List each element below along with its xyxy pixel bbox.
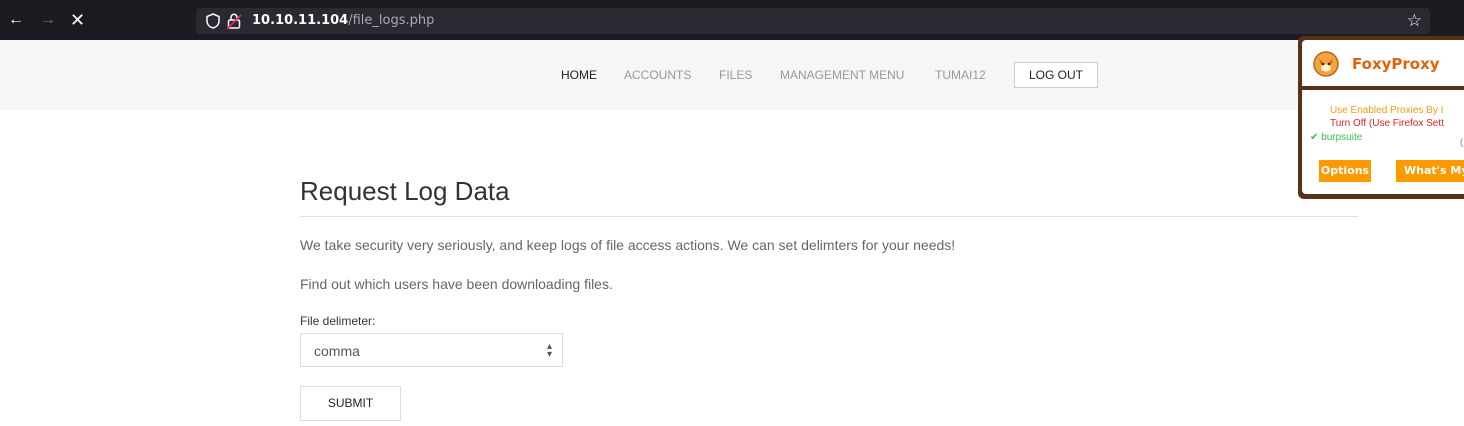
logout-button[interactable]: LOG OUT [1014,62,1098,88]
title-divider [300,216,1358,217]
shield-icon[interactable] [204,12,222,30]
proxy-detail-text: ( [1460,137,1463,147]
info-paragraph: Find out which users have been downloadi… [300,276,613,292]
nav-management-menu[interactable]: MANAGEMENT MENU [780,67,904,83]
url-text[interactable]: 10.10.11.104/file_logs.php [252,13,434,29]
insecure-lock-icon[interactable] [226,12,242,30]
nav-home[interactable]: HOME [561,67,597,83]
site-header: HOME ACCOUNTS FILES MANAGEMENT MENU TUMA… [0,40,1464,110]
fox-logo-icon [1313,51,1339,77]
url-path: /file_logs.php [348,13,435,28]
foxyproxy-body: Use Enabled Proxies By I Turn Off (Use F… [1302,90,1464,194]
url-host: 10.10.11.104 [252,13,349,28]
nav-accounts[interactable]: ACCOUNTS [624,67,691,83]
forward-arrow-icon[interactable]: → [40,10,56,30]
page-title: Request Log Data [300,176,510,206]
foxyproxy-popup: FoxyProxy Use Enabled Proxies By I Turn … [1298,36,1464,199]
proxy-burpsuite-option[interactable]: ✔ burpsuite [1310,132,1362,144]
proxy-turn-off-option[interactable]: Turn Off (Use Firefox Sett [1330,118,1444,130]
delimiter-label: File delimeter: [300,314,376,328]
nav-user[interactable]: TUMAI12 [935,67,986,83]
intro-paragraph: We take security very seriously, and kee… [300,237,956,253]
foxyproxy-title: FoxyProxy [1352,55,1440,73]
foxyproxy-whats-my-ip-button[interactable]: What's My [1396,160,1464,182]
back-arrow-icon[interactable]: ← [8,10,24,30]
delimiter-value: comma [314,343,360,359]
foxyproxy-options-button[interactable]: Options [1319,160,1371,182]
proxy-mode-enabled-option[interactable]: Use Enabled Proxies By I [1330,105,1443,117]
select-arrows-icon: ▴ ▾ [546,341,552,360]
delimiter-select[interactable]: comma ▴ ▾ [300,333,563,367]
address-bar[interactable]: 10.10.11.104/file_logs.php ☆ [196,8,1430,34]
browser-toolbar: ← → ✕ 10.10.11.104/file_logs.php ☆ [0,0,1464,40]
bookmark-star-icon[interactable]: ☆ [1407,11,1422,31]
main-nav: HOME ACCOUNTS FILES MANAGEMENT MENU TUMA… [0,67,1464,83]
stop-loading-icon[interactable]: ✕ [70,10,85,30]
submit-button[interactable]: SUBMIT [300,386,401,421]
foxyproxy-header: FoxyProxy [1302,40,1464,86]
nav-files[interactable]: FILES [719,67,752,83]
